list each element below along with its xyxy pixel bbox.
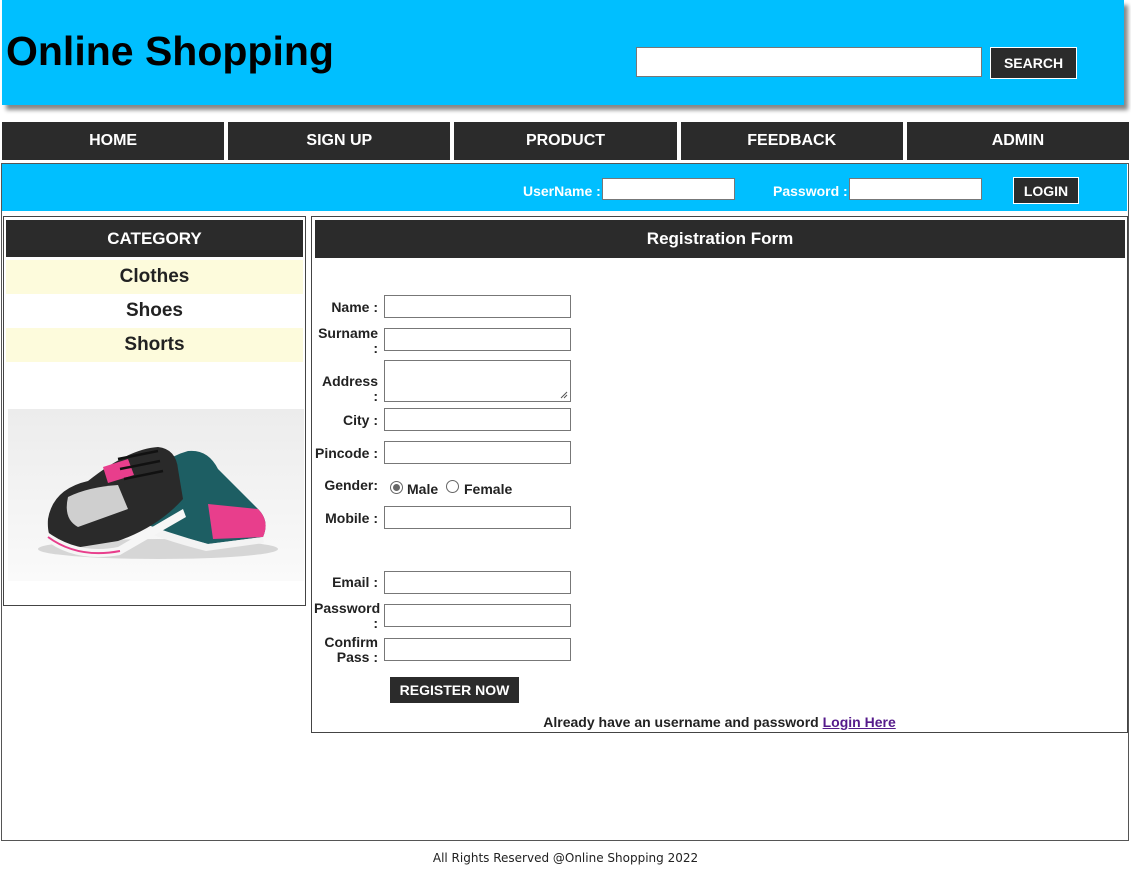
mobile-label: Mobile : <box>325 510 378 526</box>
search-input[interactable] <box>636 47 982 77</box>
footer-text: All Rights Reserved @Online Shopping 202… <box>432 851 699 865</box>
nav-home[interactable]: HOME <box>2 122 225 160</box>
registration-title: Registration Form <box>315 220 1125 258</box>
surname-label: Surname : <box>318 325 378 356</box>
city-input[interactable] <box>384 408 571 431</box>
login-prompt: Already have an username and password Lo… <box>312 714 1127 730</box>
address-label: Address : <box>321 373 378 404</box>
gender-female-label: Female <box>464 481 513 497</box>
category-sidebar: CATEGORY Clothes Shoes Shorts <box>3 216 306 606</box>
password-input[interactable] <box>849 178 982 200</box>
search-button[interactable]: SEARCH <box>990 47 1077 79</box>
login-prompt-text: Already have an username and password <box>543 714 819 730</box>
username-label: UserName : <box>523 183 601 199</box>
site-header: Online Shopping SEARCH <box>2 0 1124 105</box>
sneakers-image <box>8 409 304 581</box>
confirm-pass-field[interactable] <box>384 638 571 661</box>
registration-form: Registration Form Name : Surname : Addre… <box>311 216 1128 733</box>
nav-product[interactable]: PRODUCT <box>454 122 677 160</box>
category-title: CATEGORY <box>6 220 303 257</box>
password-label: Password : <box>773 183 848 199</box>
register-now-button[interactable]: REGISTER NOW <box>390 677 519 703</box>
category-item-shoes[interactable]: Shoes <box>6 294 303 328</box>
category-item-clothes[interactable]: Clothes <box>6 260 303 294</box>
pincode-label: Pincode : <box>314 445 378 461</box>
site-title: Online Shopping <box>6 28 334 74</box>
login-bar: UserName : Password : LOGIN <box>2 164 1127 211</box>
gender-label: Gender: <box>324 477 378 493</box>
surname-input[interactable] <box>384 328 571 351</box>
gender-male-label: Male <box>407 481 439 497</box>
gender-female-radio[interactable] <box>446 480 459 493</box>
email-input[interactable] <box>384 571 571 594</box>
resize-grip-icon[interactable] <box>560 391 568 399</box>
nav-admin[interactable]: ADMIN <box>906 122 1130 160</box>
main-nav: HOME SIGN UP PRODUCT FEEDBACK ADMIN <box>2 122 1130 160</box>
pincode-input[interactable] <box>384 441 571 464</box>
login-button[interactable]: LOGIN <box>1013 177 1079 204</box>
nav-feedback[interactable]: FEEDBACK <box>680 122 903 160</box>
name-label: Name : <box>331 299 378 315</box>
confirm-pass-label: Confirm Pass : <box>324 634 378 665</box>
sneakers-icon <box>8 409 304 581</box>
category-item-shorts[interactable]: Shorts <box>6 328 303 362</box>
username-input[interactable] <box>602 178 735 200</box>
mobile-input[interactable] <box>384 506 571 529</box>
password-field[interactable] <box>384 604 571 627</box>
password-field-label: Password : <box>314 600 381 631</box>
email-label: Email : <box>332 574 378 590</box>
gender-male-radio[interactable] <box>390 481 403 494</box>
address-textarea[interactable] <box>384 360 571 402</box>
nav-sign-up[interactable]: SIGN UP <box>228 122 451 160</box>
name-input[interactable] <box>384 295 571 318</box>
city-label: City : <box>343 412 378 428</box>
login-here-link[interactable]: Login Here <box>823 714 896 730</box>
